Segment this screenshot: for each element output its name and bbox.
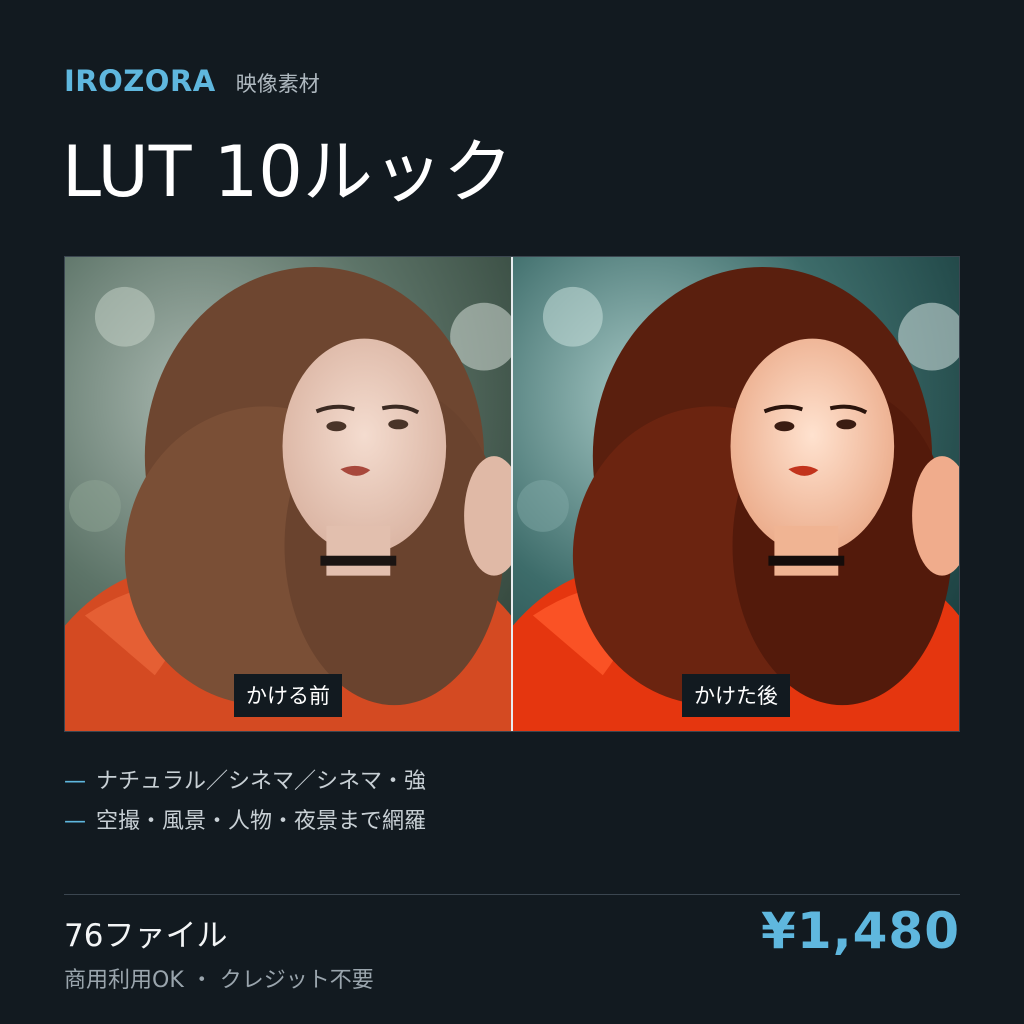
feature-item: — ナチュラル／シネマ／シネマ・強 bbox=[64, 764, 426, 804]
feature-item: — 空撮・風景・人物・夜景まで網羅 bbox=[64, 804, 426, 844]
dash-icon: — bbox=[64, 769, 86, 794]
license-note: 商用利用OK ・ クレジット不要 bbox=[64, 968, 374, 993]
brand-category: 映像素材 bbox=[235, 72, 320, 96]
after-label: かけた後 bbox=[682, 674, 790, 717]
feature-text: 空撮・風景・人物・夜景まで網羅 bbox=[96, 809, 427, 834]
product-title: LUT 10ルック bbox=[62, 131, 513, 213]
after-photo-image bbox=[513, 257, 959, 731]
divider bbox=[64, 894, 960, 895]
before-photo: かける前 bbox=[65, 257, 511, 731]
feature-text: ナチュラル／シネマ／シネマ・強 bbox=[96, 769, 427, 794]
product-card: IROZORA 映像素材 LUT 10ルック かける前 かけた後 — ナチュラル… bbox=[0, 0, 1024, 1024]
before-photo-image bbox=[65, 257, 511, 731]
file-count: 76ファイル bbox=[64, 918, 228, 954]
before-after-comparison: かける前 かけた後 bbox=[64, 256, 960, 732]
feature-list: — ナチュラル／シネマ／シネマ・強 — 空撮・風景・人物・夜景まで網羅 bbox=[64, 764, 426, 844]
brand-header: IROZORA 映像素材 bbox=[64, 64, 320, 100]
price: ¥1,480 bbox=[761, 902, 960, 960]
dash-icon: — bbox=[64, 809, 86, 834]
before-label: かける前 bbox=[234, 674, 342, 717]
brand-name: IROZORA bbox=[64, 64, 216, 98]
after-photo: かけた後 bbox=[511, 257, 959, 731]
